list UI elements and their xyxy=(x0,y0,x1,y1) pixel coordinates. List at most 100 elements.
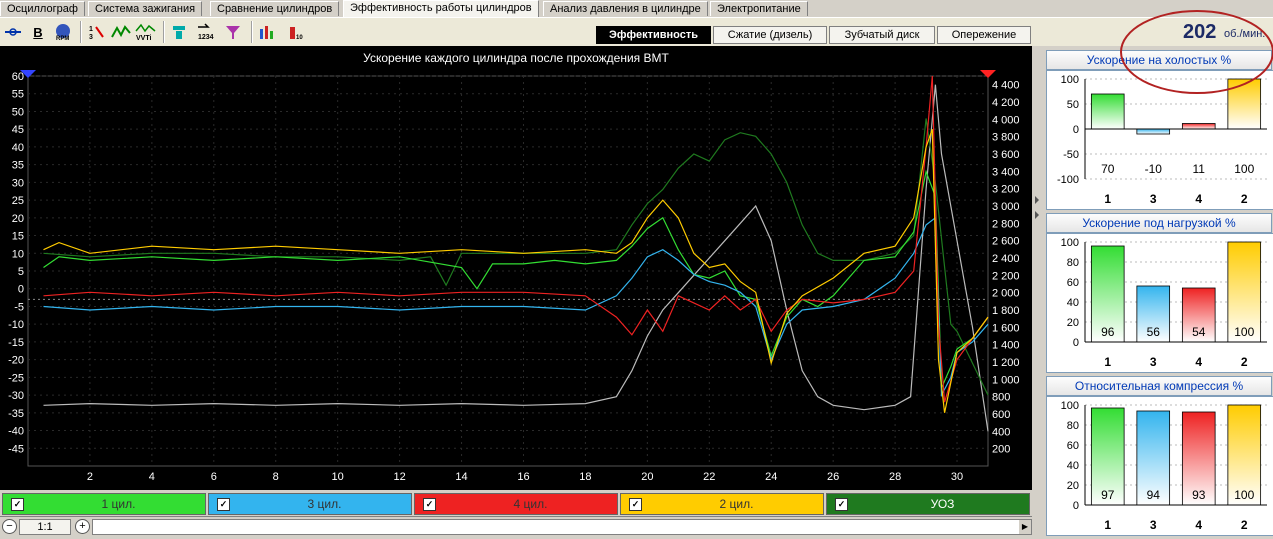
y-left-tick-label: 20 xyxy=(12,213,24,225)
bar-category-label: 1 xyxy=(1104,192,1111,206)
x-tick-label: 16 xyxy=(517,471,529,483)
vvti-icon[interactable]: VVTi xyxy=(135,21,157,43)
trigger-icon[interactable] xyxy=(2,21,24,43)
y-tick-label: 0 xyxy=(1073,124,1079,136)
zoom-level: 1:1 xyxy=(19,519,71,535)
panel-title-load-accel[interactable]: Ускорение под нагрузкой % xyxy=(1046,213,1272,233)
y-left-tick-label: -20 xyxy=(8,355,24,367)
series-line-УОЗ xyxy=(43,118,989,396)
legend-label-cyl2: 2 цил. xyxy=(719,497,754,511)
bar-category-label: 2 xyxy=(1241,518,1248,532)
svg-text:1234: 1234 xyxy=(198,34,214,41)
mode-tab-gear-disk[interactable]: Зубчатый диск xyxy=(829,26,935,44)
x-tick-label: 4 xyxy=(149,471,155,483)
legend-item-cyl1[interactable]: ✓ 1 цил. xyxy=(2,493,206,515)
y-left-tick-label: 25 xyxy=(12,195,24,207)
y-left-tick-label: -25 xyxy=(8,372,24,384)
idle-accel-chart: 100 50 0 -50 -100 70 1 -10 3 11 4 100 2 xyxy=(1046,70,1273,210)
bottom-bar: − 1:1 + ▶ xyxy=(0,516,1032,537)
rpm-icon[interactable]: RPM xyxy=(52,21,74,43)
tab-power-supply[interactable]: Электропитание xyxy=(710,1,808,16)
y-right-tick-label: 3 400 xyxy=(992,166,1020,178)
y-left-tick-label: 0 xyxy=(18,284,24,296)
legend-checkbox-cyl4[interactable]: ✓ xyxy=(423,497,436,511)
legend-checkbox-cyl3[interactable]: ✓ xyxy=(217,497,230,511)
y-right-tick-label: 3 600 xyxy=(992,149,1020,161)
mode-tab-advance[interactable]: Опережение xyxy=(937,26,1031,44)
tab-pressure-analysis[interactable]: Анализ давления в цилиндре xyxy=(543,1,708,16)
legend-checkbox-cyl1[interactable]: ✓ xyxy=(11,497,24,511)
bar-value-label: 96 xyxy=(1101,325,1115,339)
bar-value-label: 56 xyxy=(1147,325,1161,339)
tdc-icon[interactable]: 13 xyxy=(85,21,107,43)
y-tick-label: -100 xyxy=(1057,174,1079,186)
y-right-tick-label: 400 xyxy=(992,426,1010,438)
y-left-tick-label: -45 xyxy=(8,443,24,455)
y-left-tick-label: -35 xyxy=(8,408,24,420)
acceleration-chart-svg: Ускорение каждого цилиндра после прохожд… xyxy=(8,51,1020,483)
y-left-tick-label: 30 xyxy=(12,177,24,189)
mode-tab-compression[interactable]: Сжатие (дизель) xyxy=(713,26,827,44)
toolbar-separator xyxy=(251,21,253,43)
legend-item-cyl2[interactable]: ✓ 2 цил. xyxy=(620,493,824,515)
x-tick-label: 12 xyxy=(393,471,405,483)
panel-splitter[interactable] xyxy=(1032,46,1042,536)
tab-cylinder-efficiency[interactable]: Эффективность работы цилиндров xyxy=(343,0,539,17)
series-line-RPM xyxy=(43,84,989,432)
toolbar-separator xyxy=(80,21,82,43)
legend-item-uoz[interactable]: ✓ УОЗ xyxy=(826,493,1030,515)
filter-icon[interactable] xyxy=(222,21,244,43)
x-tick-label: 18 xyxy=(579,471,591,483)
y-left-tick-label: 55 xyxy=(12,89,24,101)
bar-value-label: 97 xyxy=(1101,488,1115,502)
legend-checkbox-uoz[interactable]: ✓ xyxy=(835,497,848,511)
tab-ignition[interactable]: Система зажигания xyxy=(88,1,203,16)
y-left-tick-label: -30 xyxy=(8,390,24,402)
bar xyxy=(1181,123,1216,130)
legend-item-cyl3[interactable]: ✓ 3 цил. xyxy=(208,493,412,515)
bar-value-label: 100 xyxy=(1234,488,1254,502)
bar-category-label: 1 xyxy=(1104,355,1111,369)
zoom-in-icon[interactable]: + xyxy=(75,519,90,534)
y-left-tick-label: 15 xyxy=(12,231,24,243)
tab-cylinder-compare[interactable]: Сравнение цилиндров xyxy=(210,1,340,16)
bar-category-label: 2 xyxy=(1241,192,1248,206)
y-tick-label: 50 xyxy=(1067,99,1079,111)
y-right-tick-label: 1 400 xyxy=(992,340,1020,352)
bold-icon[interactable]: B xyxy=(27,21,49,43)
legend-item-cyl4[interactable]: ✓ 4 цил. xyxy=(414,493,618,515)
legend-label-cyl3: 3 цил. xyxy=(307,497,342,511)
y-right-tick-label: 600 xyxy=(992,409,1010,421)
zoom-out-icon[interactable]: − xyxy=(2,519,17,534)
bar-value-label: 94 xyxy=(1147,488,1161,502)
bar-value-label: 70 xyxy=(1101,162,1115,176)
y-tick-label: 0 xyxy=(1073,337,1079,349)
horizontal-scrollbar[interactable]: ▶ xyxy=(92,519,1032,535)
top-tab-bar: Осциллограф Система зажигания Сравнение … xyxy=(0,0,1273,17)
bars-icon[interactable] xyxy=(257,21,279,43)
bar-category-label: 1 xyxy=(1104,518,1111,532)
chart-icon[interactable]: 10 xyxy=(285,21,307,43)
legend-checkbox-cyl2[interactable]: ✓ xyxy=(629,497,642,511)
y-left-tick-label: 35 xyxy=(12,160,24,172)
svg-text:RPM: RPM xyxy=(56,36,69,41)
legend-label-uoz: УОЗ xyxy=(930,497,955,511)
x-tick-label: 8 xyxy=(273,471,279,483)
sort-icon[interactable]: 1234 xyxy=(195,21,217,43)
y-tick-label: 20 xyxy=(1067,480,1079,492)
y-left-tick-label: -40 xyxy=(8,426,24,438)
x-tick-label: 26 xyxy=(827,471,839,483)
bar-value-label: 100 xyxy=(1234,325,1254,339)
mode-tab-efficiency[interactable]: Эффективность xyxy=(596,26,711,44)
scroll-right-icon[interactable]: ▶ xyxy=(1019,520,1031,534)
y-right-tick-label: 1 600 xyxy=(992,322,1020,334)
tab-oscilloscope[interactable]: Осциллограф xyxy=(0,1,85,16)
series-line-4 цил. xyxy=(43,75,989,403)
panel-title-compression[interactable]: Относительная компрессия % xyxy=(1046,376,1272,396)
bar-value-label: -10 xyxy=(1145,162,1163,176)
bar-category-label: 3 xyxy=(1150,518,1157,532)
toolbar-separator xyxy=(163,21,165,43)
cylinder-icon[interactable] xyxy=(168,21,190,43)
bar xyxy=(1090,93,1125,130)
wave-icon[interactable] xyxy=(110,21,132,43)
